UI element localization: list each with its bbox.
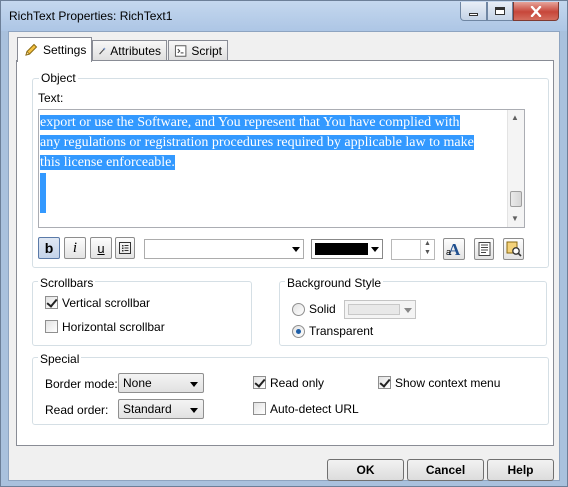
horizontal-scrollbar-checkbox[interactable] bbox=[45, 320, 58, 333]
settings-panel: Object Text: export or use the Software,… bbox=[16, 60, 554, 446]
window-title: RichText Properties: RichText1 bbox=[9, 9, 173, 23]
font-style-button[interactable]: A a bbox=[443, 238, 465, 260]
solid-radio[interactable] bbox=[292, 303, 305, 316]
scroll-up-arrow-icon[interactable]: ▲ bbox=[511, 113, 519, 122]
close-icon bbox=[530, 5, 542, 17]
help-button[interactable]: Help bbox=[487, 459, 554, 481]
tab-script[interactable]: Script bbox=[168, 40, 228, 61]
background-style-group-label: Background Style bbox=[285, 276, 384, 290]
color-select[interactable] bbox=[311, 239, 383, 259]
read-order-value: Standard bbox=[123, 402, 172, 416]
scrollbars-group bbox=[32, 281, 252, 346]
spin-down-icon[interactable]: ▼ bbox=[424, 249, 431, 256]
border-mode-value: None bbox=[123, 376, 152, 390]
solid-color-swatch bbox=[348, 304, 400, 315]
chevron-down-icon bbox=[190, 382, 198, 387]
rich-text-editor[interactable]: export or use the Software, and You repr… bbox=[38, 109, 525, 228]
auto-detect-url-checkbox[interactable] bbox=[253, 402, 266, 415]
object-group-label: Object bbox=[39, 71, 78, 85]
scrollbars-group-label: Scrollbars bbox=[38, 276, 96, 290]
bullet-list-icon bbox=[119, 242, 131, 254]
solid-label: Solid bbox=[309, 302, 336, 316]
solid-color-select[interactable] bbox=[344, 300, 416, 319]
font-select[interactable] bbox=[144, 239, 304, 259]
ok-button[interactable]: OK bbox=[327, 459, 404, 481]
spin-up-icon[interactable]: ▲ bbox=[424, 240, 431, 247]
wand-icon bbox=[99, 47, 106, 55]
properties-dialog: RichText Properties: RichText1 Settings bbox=[0, 0, 568, 487]
read-order-select[interactable]: Standard bbox=[118, 399, 204, 419]
find-icon bbox=[506, 241, 522, 257]
tab-label: Settings bbox=[43, 43, 87, 57]
auto-detect-url-label: Auto-detect URL bbox=[270, 402, 359, 416]
underline-button[interactable]: u bbox=[90, 237, 112, 259]
selected-empty-line bbox=[40, 173, 46, 193]
chevron-down-icon bbox=[371, 247, 379, 252]
spinner-buttons[interactable]: ▲ ▼ bbox=[420, 240, 434, 259]
bullet-list-button[interactable] bbox=[115, 237, 135, 259]
tab-settings[interactable]: Settings bbox=[17, 37, 93, 62]
italic-icon: i bbox=[72, 239, 78, 256]
tab-attributes[interactable]: Attributes bbox=[92, 40, 167, 61]
editor-line: this license enforceable. bbox=[40, 155, 175, 170]
show-context-menu-checkbox[interactable] bbox=[378, 376, 391, 389]
chevron-down-icon bbox=[404, 307, 412, 313]
chevron-down-icon bbox=[292, 247, 300, 252]
dialog-client-area: Settings Attributes Script Object Text: bbox=[8, 31, 560, 481]
minimize-icon bbox=[469, 12, 478, 16]
show-context-menu-label: Show context menu bbox=[395, 376, 501, 390]
document-icon bbox=[478, 242, 490, 256]
font-a-icon: A a bbox=[446, 240, 461, 258]
read-order-label: Read order: bbox=[45, 403, 109, 417]
editor-content: export or use the Software, and You repr… bbox=[40, 113, 508, 213]
border-mode-label: Border mode: bbox=[45, 377, 118, 391]
editor-line: export or use the Software, and You repr… bbox=[40, 115, 460, 130]
editor-vertical-scrollbar[interactable]: ▲ ▼ bbox=[507, 110, 524, 227]
special-group-label: Special bbox=[38, 352, 82, 366]
scroll-down-arrow-icon[interactable]: ▼ bbox=[511, 214, 519, 223]
maximize-icon bbox=[495, 7, 505, 15]
horizontal-scrollbar-label: Horizontal scrollbar bbox=[62, 320, 165, 334]
cancel-button[interactable]: Cancel bbox=[407, 459, 484, 481]
read-only-label: Read only bbox=[270, 376, 325, 390]
svg-text:a: a bbox=[446, 247, 451, 257]
read-only-checkbox[interactable] bbox=[253, 376, 266, 389]
minimize-button[interactable] bbox=[460, 2, 487, 21]
bold-icon: b bbox=[44, 240, 54, 256]
editor-line: any regulations or registration procedur… bbox=[40, 135, 474, 150]
find-button[interactable] bbox=[503, 238, 524, 260]
tab-label: Attributes bbox=[110, 44, 161, 58]
transparent-label: Transparent bbox=[309, 324, 374, 338]
selected-empty-line bbox=[40, 193, 46, 213]
pencil-icon bbox=[25, 43, 38, 56]
vertical-scrollbar-checkbox[interactable] bbox=[45, 296, 58, 309]
tab-label: Script bbox=[191, 44, 222, 58]
font-size-spinner[interactable]: ▲ ▼ bbox=[391, 239, 435, 260]
chevron-down-icon bbox=[190, 408, 198, 413]
border-mode-select[interactable]: None bbox=[118, 373, 204, 393]
close-button[interactable] bbox=[513, 2, 559, 21]
scroll-thumb[interactable] bbox=[510, 191, 522, 207]
title-bar: RichText Properties: RichText1 bbox=[1, 1, 567, 31]
text-label: Text: bbox=[38, 91, 64, 105]
italic-button[interactable]: i bbox=[64, 237, 86, 259]
paragraph-button[interactable] bbox=[474, 238, 494, 260]
color-swatch bbox=[315, 243, 368, 255]
vertical-scrollbar-label: Vertical scrollbar bbox=[62, 296, 151, 310]
bold-button[interactable]: b bbox=[38, 237, 60, 259]
transparent-radio[interactable] bbox=[292, 325, 305, 338]
underline-icon: u bbox=[97, 240, 105, 256]
maximize-button[interactable] bbox=[487, 2, 513, 21]
script-icon bbox=[174, 45, 187, 57]
